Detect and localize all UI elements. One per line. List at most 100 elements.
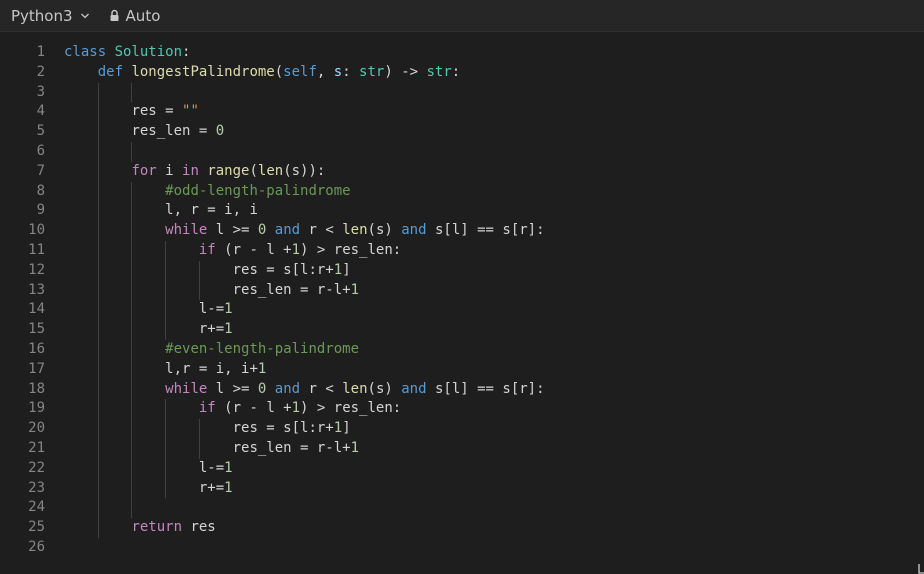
code-line[interactable]: 8 #odd-length-palindrome: [0, 181, 924, 202]
line-number: 9: [36, 202, 45, 219]
indent-guide: [98, 240, 99, 261]
code-line[interactable]: 9 l, r = i, i: [0, 201, 924, 222]
indent-guide: [165, 320, 166, 340]
code-line[interactable]: 15 r+=1: [0, 320, 924, 340]
indent-guide: [165, 438, 166, 459]
indent-guide: [131, 260, 132, 281]
lock-icon: [110, 9, 119, 21]
code-text: if (r - l +1) > res_len:: [199, 241, 401, 261]
line-number: 26: [28, 538, 45, 555]
line-number: 11: [28, 241, 45, 258]
code-token: 1: [350, 281, 360, 298]
code-line[interactable]: 26: [0, 538, 924, 558]
code-line[interactable]: 4 res = "": [0, 102, 924, 123]
code-line[interactable]: 23 r+=1: [0, 478, 924, 499]
code-line[interactable]: 5 res_len = 0: [0, 122, 924, 142]
code-token: (r - l +: [224, 241, 292, 258]
code-line[interactable]: 25 return res: [0, 518, 924, 538]
mode-indicator[interactable]: Auto: [109, 7, 160, 25]
code-text: for i in range(len(s)):: [131, 162, 325, 182]
code-token: while: [165, 222, 216, 239]
code-line[interactable]: 14 l-=1: [0, 300, 924, 321]
code-line[interactable]: 13 res_len = r-l+1: [0, 280, 924, 301]
line-number: 18: [28, 380, 45, 397]
code-token: #odd-length-palindrome: [165, 182, 351, 199]
line-number: 7: [36, 162, 45, 179]
code-token: def: [97, 63, 132, 80]
code-line[interactable]: 19 if (r - l +1) > res_len:: [0, 399, 924, 420]
code-token: res: [190, 519, 216, 536]
code-line[interactable]: 10 while l >= 0 and r < len(s) and s[l] =…: [0, 221, 924, 241]
line-number: 20: [28, 420, 45, 437]
code-token: (: [249, 162, 258, 179]
indent-guide: [165, 458, 166, 479]
indent-guide: [165, 260, 166, 281]
line-number: 19: [28, 400, 45, 417]
code-token: str: [359, 63, 385, 80]
code-line[interactable]: 6: [0, 141, 924, 162]
code-line[interactable]: 20 res = s[l:r+1]: [0, 419, 924, 439]
code-token: (s): [367, 222, 402, 239]
indent-guide: [131, 181, 132, 202]
code-line[interactable]: 16 #even-length-palindrome: [0, 339, 924, 360]
code-token: and: [401, 222, 427, 239]
code-line[interactable]: 1 class Solution:: [0, 43, 924, 63]
code-token: s[l] == s[r]:: [426, 380, 545, 397]
code-token: (s): [367, 380, 402, 397]
indent-guide: [98, 458, 99, 479]
code-text: res = "": [131, 102, 198, 122]
indent-guide: [165, 300, 166, 321]
code-token: r+=: [198, 321, 225, 338]
code-editor[interactable]: 1 class Solution: 2 def longestPalindrome(s…: [0, 32, 924, 574]
indent-guide: [199, 260, 200, 281]
code-token: class: [64, 44, 115, 60]
indent-guide: [98, 359, 99, 380]
indent-guide: [98, 122, 99, 142]
indent-guide: [98, 221, 99, 241]
code-token: 1: [333, 261, 343, 278]
code-line[interactable]: 24: [0, 498, 924, 519]
indent-guide: [98, 498, 99, 519]
line-number: 13: [28, 281, 45, 298]
code-token: if: [198, 400, 225, 417]
code-text: l,r = i, i+1: [165, 360, 266, 380]
code-token: l >=: [215, 380, 258, 397]
code-line[interactable]: 11 if (r - l +1) > res_len:: [0, 240, 924, 261]
indent-guide: [165, 419, 166, 439]
code-token: s: [333, 63, 343, 80]
code-token: return: [131, 519, 191, 536]
code-line[interactable]: 22 l-=1: [0, 458, 924, 479]
code-token: for: [131, 162, 166, 179]
indent-guide: [98, 339, 99, 360]
indent-guide: [199, 419, 200, 439]
indent-guide: [98, 300, 99, 321]
code-line[interactable]: 12 res = s[l:r+1]: [0, 260, 924, 281]
code-line[interactable]: 17 l,r = i, i+1: [0, 359, 924, 380]
code-line[interactable]: 21 res_len = r-l+1: [0, 438, 924, 459]
code-text: return res: [131, 518, 215, 538]
code-token: longestPalindrome: [131, 63, 275, 80]
code-token: len: [342, 222, 368, 239]
line-number: 1: [36, 44, 45, 60]
code-token: (: [274, 63, 284, 80]
indent-guide: [131, 82, 132, 103]
code-token: res = s[l:r+: [232, 420, 334, 437]
code-token: 1: [291, 400, 301, 417]
code-text: l, r = i, i: [165, 201, 258, 221]
code-token: len: [257, 162, 284, 179]
indent-guide: [131, 240, 132, 261]
resize-handle-icon[interactable]: [918, 564, 924, 574]
code-token: r <: [300, 380, 343, 397]
code-line[interactable]: 3: [0, 82, 924, 103]
code-token: and: [274, 222, 301, 239]
code-token: 1: [350, 439, 360, 456]
code-text: res = s[l:r+1]: [233, 419, 351, 439]
line-number: 5: [36, 123, 45, 140]
language-selector[interactable]: Python3: [11, 7, 90, 25]
line-number: 12: [28, 261, 45, 278]
code-area[interactable]: 1 class Solution: 2 def longestPalindrome(s…: [0, 43, 924, 558]
code-line[interactable]: 2 def longestPalindrome(self, s: str) -> …: [0, 63, 924, 83]
code-line[interactable]: 18 while l >= 0 and r < len(s) and s[l] =…: [0, 379, 924, 400]
code-token: res_len = r-l+: [232, 439, 351, 456]
code-line[interactable]: 7 for i in range(len(s)):: [0, 161, 924, 182]
